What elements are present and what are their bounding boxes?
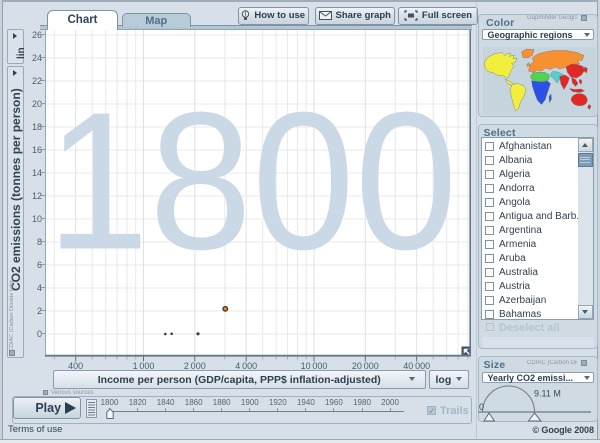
svg-text:9.11 M: 9.11 M	[534, 389, 561, 399]
svg-text:1800: 1800	[47, 71, 458, 290]
svg-text:0: 0	[479, 402, 484, 412]
